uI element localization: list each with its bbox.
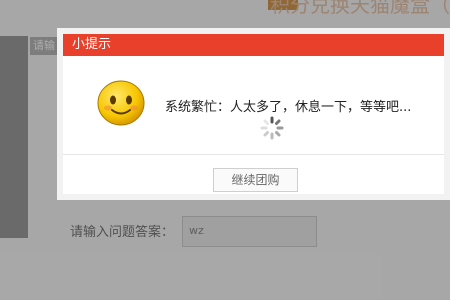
spinner-icon	[260, 116, 284, 140]
dialog-body: 小提示 系统繁忙：人太多了，休息一下，等等吧... 继续团购	[63, 34, 444, 194]
dialog-divider	[63, 154, 444, 155]
dialog-title: 小提示	[63, 34, 444, 56]
smiley-icon	[97, 80, 145, 126]
busy-message: 系统繁忙：人太多了，休息一下，等等吧...	[165, 100, 412, 115]
continue-group-buy-button[interactable]: 继续团购	[213, 168, 298, 192]
notice-dialog: 小提示 系统繁忙：人太多了，休息一下，等等吧... 继续团购	[57, 28, 450, 200]
